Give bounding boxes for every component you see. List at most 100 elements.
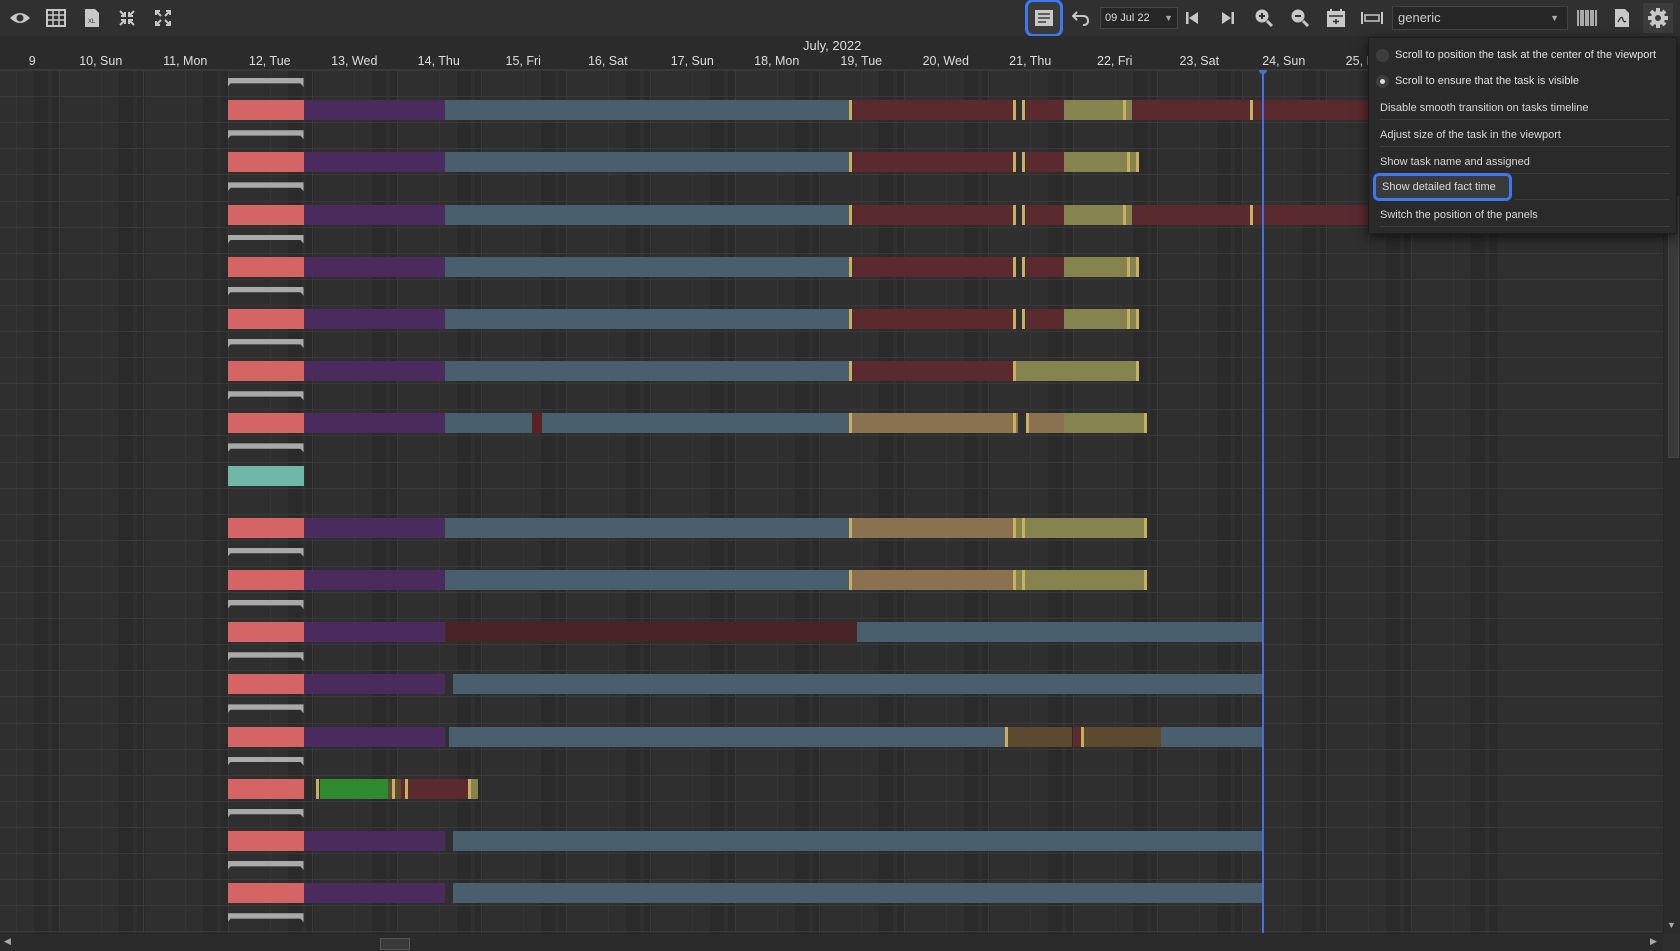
menu-item-show-fact-time[interactable]: Show detailed fact time (1373, 173, 1512, 201)
task-segment[interactable] (1064, 100, 1132, 121)
task-segment[interactable] (1161, 726, 1263, 747)
task-segment[interactable] (848, 204, 1014, 225)
task-segment[interactable] (444, 517, 849, 538)
task-segment[interactable] (227, 622, 304, 643)
task-segment[interactable] (227, 830, 304, 851)
task-segment[interactable] (444, 204, 849, 225)
task-segment[interactable] (444, 413, 532, 434)
undo-icon[interactable] (1066, 3, 1096, 33)
task-segment[interactable] (1026, 256, 1065, 277)
task-segment[interactable] (303, 204, 445, 225)
task-segment[interactable] (453, 883, 1263, 904)
task-segment[interactable] (1004, 726, 1073, 747)
task-segment[interactable] (303, 256, 445, 277)
menu-item-disable-smooth[interactable]: Disable smooth transition on tasks timel… (1380, 96, 1670, 120)
task-segment[interactable] (227, 204, 304, 225)
first-page-icon[interactable] (1177, 3, 1207, 33)
last-page-icon[interactable] (1213, 3, 1243, 33)
task-segment[interactable] (227, 517, 304, 538)
task-segment[interactable] (303, 622, 445, 643)
task-segment[interactable] (1026, 413, 1065, 434)
task-segment[interactable] (227, 100, 304, 121)
menu-item-show-name[interactable]: Show task name and assigned (1380, 150, 1670, 174)
task-segment[interactable] (1013, 517, 1145, 538)
task-segment[interactable] (444, 152, 849, 173)
task-segment[interactable] (448, 726, 1005, 747)
gear-icon[interactable] (1643, 3, 1673, 33)
grid-icon[interactable] (41, 3, 71, 33)
task-segment[interactable] (303, 152, 445, 173)
date-select[interactable]: 09 Jul 22 ▼ (1100, 7, 1178, 29)
task-segment[interactable] (444, 100, 849, 121)
task-segment[interactable] (227, 569, 304, 590)
task-segment[interactable] (848, 413, 1018, 434)
task-segment[interactable] (857, 622, 1263, 643)
menu-item-adjust-size[interactable]: Adjust size of the task in the viewport (1380, 123, 1670, 147)
barcode-icon[interactable] (1572, 3, 1602, 33)
task-segment[interactable] (400, 778, 469, 799)
profile-select[interactable]: generic ▼ (1392, 6, 1568, 30)
task-segment[interactable] (320, 778, 389, 799)
task-segment[interactable] (541, 413, 849, 434)
task-segment[interactable] (227, 361, 304, 382)
zoom-in-icon[interactable] (1249, 3, 1279, 33)
list-icon[interactable] (1025, 0, 1063, 37)
task-segment[interactable] (444, 622, 858, 643)
task-segment[interactable] (453, 674, 1263, 695)
task-segment[interactable] (1026, 204, 1065, 225)
task-segment[interactable] (444, 361, 849, 382)
task-segment[interactable] (444, 256, 849, 277)
pdf-icon[interactable] (1607, 3, 1637, 33)
task-segment[interactable] (227, 778, 304, 799)
expand-icon[interactable] (148, 3, 178, 33)
menu-item-switch-panels[interactable]: Switch the position of the panels (1380, 203, 1670, 227)
task-segment[interactable] (1026, 152, 1065, 173)
task-segment[interactable] (531, 413, 542, 434)
calendar-icon[interactable] (1321, 3, 1351, 33)
collapse-icon[interactable] (112, 3, 142, 33)
task-segment[interactable] (227, 883, 304, 904)
zoom-out-icon[interactable] (1285, 3, 1315, 33)
task-segment[interactable] (303, 308, 445, 329)
task-segment[interactable] (227, 256, 304, 277)
task-segment[interactable] (227, 308, 304, 329)
task-segment[interactable] (1072, 726, 1081, 747)
task-segment[interactable] (848, 256, 1014, 277)
task-segment[interactable] (1013, 569, 1145, 590)
task-segment[interactable] (848, 100, 1014, 121)
vertical-scroll-thumb[interactable] (1668, 196, 1679, 458)
task-segment[interactable] (848, 308, 1014, 329)
task-segment[interactable] (303, 830, 445, 851)
task-segment[interactable] (227, 413, 304, 434)
scroll-down-icon[interactable]: ▼ (1667, 920, 1676, 930)
task-segment[interactable] (444, 569, 849, 590)
task-segment[interactable] (303, 883, 445, 904)
task-segment[interactable] (1026, 308, 1065, 329)
task-segment[interactable] (303, 674, 445, 695)
task-segment[interactable] (303, 569, 445, 590)
scroll-right-icon[interactable]: ▶ (1650, 936, 1657, 947)
task-segment[interactable] (1064, 413, 1145, 434)
task-segment[interactable] (453, 830, 1263, 851)
horizontal-scrollbar[interactable]: ◀ ▶ (0, 933, 1663, 951)
task-segment[interactable] (303, 517, 445, 538)
task-segment[interactable] (1026, 100, 1065, 121)
task-segment[interactable] (1064, 152, 1136, 173)
task-segment[interactable] (1064, 256, 1136, 277)
task-segment[interactable] (303, 100, 445, 121)
horizontal-scroll-thumb[interactable] (380, 938, 410, 950)
task-segment[interactable] (848, 152, 1014, 173)
task-segment[interactable] (848, 517, 1014, 538)
task-segment[interactable] (303, 361, 445, 382)
task-segment[interactable] (303, 413, 445, 434)
eye-icon[interactable] (5, 3, 35, 33)
excel-icon[interactable]: XL (77, 3, 107, 33)
scroll-left-icon[interactable]: ◀ (4, 936, 11, 947)
radio-scroll-visible[interactable]: Scroll to ensure that the task is visibl… (1376, 70, 1579, 92)
task-segment[interactable] (1013, 361, 1136, 382)
task-segment[interactable] (848, 569, 1014, 590)
task-segment[interactable] (1064, 204, 1132, 225)
task-segment[interactable] (1080, 726, 1162, 747)
task-segment[interactable] (444, 308, 849, 329)
radio-scroll-center[interactable]: Scroll to position the task at the cente… (1376, 44, 1656, 66)
